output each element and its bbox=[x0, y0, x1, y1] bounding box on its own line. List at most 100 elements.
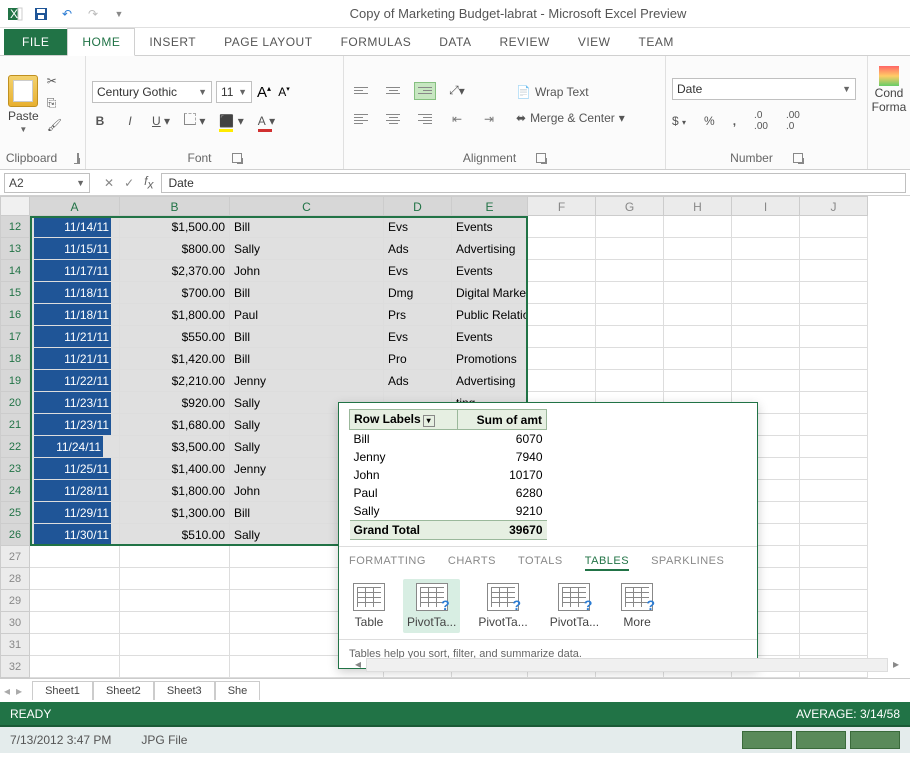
cell[interactable] bbox=[596, 304, 664, 326]
sheet-tab-She[interactable]: She bbox=[215, 681, 261, 700]
col-header-B[interactable]: B bbox=[120, 196, 230, 216]
alignment-launcher-icon[interactable] bbox=[536, 153, 546, 163]
tab-formulas[interactable]: FORMULAS bbox=[327, 29, 426, 55]
sheet-tab-Sheet2[interactable]: Sheet2 bbox=[93, 681, 154, 700]
cell[interactable] bbox=[596, 348, 664, 370]
row-header-26[interactable]: 26 bbox=[0, 524, 30, 546]
col-header-J[interactable]: J bbox=[800, 196, 868, 216]
cell[interactable] bbox=[528, 370, 596, 392]
save-icon[interactable] bbox=[30, 3, 52, 25]
cell[interactable] bbox=[800, 414, 868, 436]
cell[interactable]: 11/23/11 bbox=[30, 414, 120, 436]
cell[interactable]: $2,370.00 bbox=[120, 260, 230, 282]
tab-insert[interactable]: INSERT bbox=[135, 29, 210, 55]
cell[interactable]: 11/21/11 bbox=[30, 326, 120, 348]
cell[interactable]: Evs bbox=[384, 326, 452, 348]
align-middle-button[interactable] bbox=[382, 82, 404, 100]
shrink-font-icon[interactable]: A▾ bbox=[276, 85, 292, 99]
undo-icon[interactable]: ↶ bbox=[56, 3, 78, 25]
cell[interactable] bbox=[800, 370, 868, 392]
cell[interactable] bbox=[800, 480, 868, 502]
col-header-A[interactable]: A bbox=[30, 196, 120, 216]
cell[interactable] bbox=[800, 326, 868, 348]
cell[interactable] bbox=[800, 216, 868, 238]
cell[interactable] bbox=[732, 260, 800, 282]
ql-tab-formatting[interactable]: FORMATTING bbox=[349, 555, 426, 571]
cell[interactable] bbox=[800, 546, 868, 568]
cell[interactable] bbox=[732, 238, 800, 260]
paste-button[interactable]: Paste ▼ bbox=[6, 73, 41, 136]
row-header-23[interactable]: 23 bbox=[0, 458, 30, 480]
pivot-filter-dropdown-icon[interactable]: ▾ bbox=[423, 415, 435, 427]
cell[interactable]: $1,420.00 bbox=[120, 348, 230, 370]
ql-tab-totals[interactable]: TOTALS bbox=[518, 555, 563, 571]
accounting-format-button[interactable]: $ ▾ bbox=[672, 114, 686, 128]
cell[interactable]: Bill bbox=[230, 282, 384, 304]
cell[interactable] bbox=[596, 282, 664, 304]
row-header-14[interactable]: 14 bbox=[0, 260, 30, 282]
row-header-30[interactable]: 30 bbox=[0, 612, 30, 634]
cell[interactable]: Bill bbox=[230, 326, 384, 348]
cell[interactable] bbox=[120, 656, 230, 678]
row-header-16[interactable]: 16 bbox=[0, 304, 30, 326]
cell[interactable] bbox=[800, 282, 868, 304]
ql-tab-tables[interactable]: TABLES bbox=[585, 555, 629, 571]
cell[interactable]: Jenny bbox=[230, 370, 384, 392]
cell[interactable]: Evs bbox=[384, 216, 452, 238]
row-header-15[interactable]: 15 bbox=[0, 282, 30, 304]
tab-review[interactable]: REVIEW bbox=[485, 29, 563, 55]
cell[interactable]: 11/17/11 bbox=[30, 260, 120, 282]
cell[interactable] bbox=[528, 348, 596, 370]
cell[interactable]: 11/18/11 bbox=[30, 304, 120, 326]
cell[interactable]: Events bbox=[452, 260, 528, 282]
orientation-button[interactable]: ⤢▾ bbox=[446, 82, 468, 100]
cell[interactable] bbox=[30, 590, 120, 612]
wrap-text-button[interactable]: 📄Wrap Text bbox=[516, 85, 625, 99]
col-header-D[interactable]: D bbox=[384, 196, 452, 216]
cell[interactable]: Bill bbox=[230, 216, 384, 238]
cancel-formula-icon[interactable]: ✕ bbox=[104, 176, 114, 190]
cell[interactable] bbox=[664, 216, 732, 238]
ql-tab-charts[interactable]: CHARTS bbox=[448, 555, 496, 571]
percent-button[interactable]: % bbox=[704, 114, 715, 128]
align-bottom-button[interactable] bbox=[414, 82, 436, 100]
italic-button[interactable]: I bbox=[122, 114, 138, 128]
cell[interactable] bbox=[732, 348, 800, 370]
cell[interactable]: Paul bbox=[230, 304, 384, 326]
row-header-25[interactable]: 25 bbox=[0, 502, 30, 524]
cell[interactable] bbox=[528, 260, 596, 282]
formula-bar[interactable]: Date bbox=[161, 173, 906, 193]
cell[interactable] bbox=[800, 634, 868, 656]
cell[interactable] bbox=[528, 216, 596, 238]
qat-dropdown-icon[interactable]: ▼ bbox=[108, 3, 130, 25]
increase-decimal-button[interactable]: .0.00 bbox=[754, 110, 768, 132]
cell[interactable]: 11/24/11 bbox=[30, 436, 120, 458]
cell[interactable] bbox=[800, 612, 868, 634]
cell[interactable] bbox=[528, 282, 596, 304]
row-header-20[interactable]: 20 bbox=[0, 392, 30, 414]
cell[interactable]: 11/14/11 bbox=[30, 216, 120, 238]
tab-home[interactable]: HOME bbox=[67, 28, 135, 56]
row-header-29[interactable]: 29 bbox=[0, 590, 30, 612]
col-header-F[interactable]: F bbox=[528, 196, 596, 216]
cell[interactable] bbox=[800, 502, 868, 524]
row-header-13[interactable]: 13 bbox=[0, 238, 30, 260]
cell[interactable] bbox=[596, 326, 664, 348]
cell[interactable] bbox=[800, 524, 868, 546]
cell[interactable] bbox=[800, 392, 868, 414]
row-header-24[interactable]: 24 bbox=[0, 480, 30, 502]
cell[interactable]: $700.00 bbox=[120, 282, 230, 304]
font-name-combo[interactable]: Century Gothic▼ bbox=[92, 81, 212, 103]
cell[interactable]: John bbox=[230, 260, 384, 282]
ql-item-0[interactable]: Table bbox=[353, 583, 385, 629]
cell[interactable] bbox=[30, 656, 120, 678]
tab-file[interactable]: FILE bbox=[4, 29, 67, 55]
cell[interactable]: $920.00 bbox=[120, 392, 230, 414]
cell[interactable] bbox=[800, 348, 868, 370]
spreadsheet-grid[interactable]: ABCDEFGHIJ 1211/14/11$1,500.00BillEvsEve… bbox=[0, 196, 910, 678]
cell[interactable] bbox=[596, 370, 664, 392]
cell[interactable]: Bill bbox=[230, 348, 384, 370]
cell[interactable] bbox=[800, 568, 868, 590]
cell[interactable] bbox=[664, 370, 732, 392]
fill-color-button[interactable]: ⬛ ▾ bbox=[219, 114, 243, 128]
